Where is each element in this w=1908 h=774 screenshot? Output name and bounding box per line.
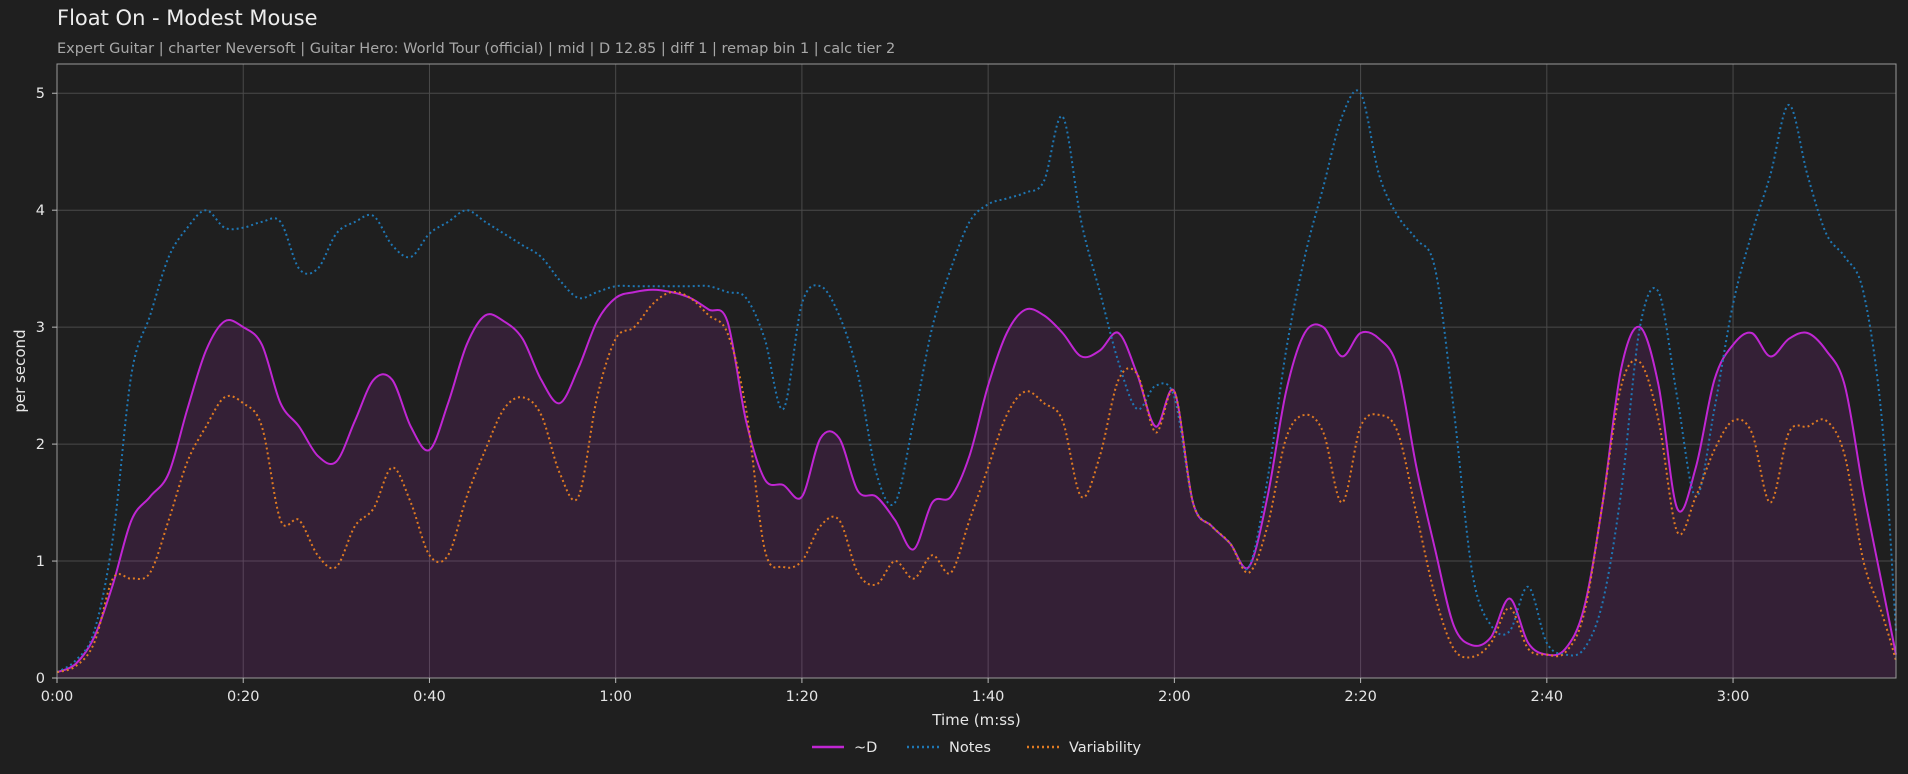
x-tick-label: 2:40 [1531, 689, 1564, 705]
x-tick-label: 2:00 [1158, 689, 1191, 705]
x-tick-label: 1:20 [786, 689, 819, 705]
chart-svg: 0:00 0:20 0:40 1:00 1:20 1:40 2:00 2:20 2:40 3:00… [11, 63, 1897, 756]
x-tick-label: 0:00 [41, 689, 74, 705]
x-tick-label: 0:20 [227, 689, 260, 705]
legend-label-notes: Notes [949, 740, 991, 756]
y-tick-label: 3 [36, 320, 45, 336]
legend: ~D Notes Variability [812, 740, 1142, 756]
x-axis-label: Time (m:ss) [931, 711, 1020, 729]
series-fill-area [57, 289, 1896, 678]
y-axis-label: per second [11, 329, 29, 412]
x-tick-label: 1:00 [599, 689, 632, 705]
x-tick-label: 2:20 [1344, 689, 1377, 705]
legend-item-variability: Variability [1027, 740, 1142, 756]
y-tick-label: 2 [36, 437, 45, 453]
x-tick-label: 1:40 [972, 689, 1005, 705]
y-tick-label: 4 [36, 203, 45, 219]
x-tick-label: 0:40 [413, 689, 446, 705]
legend-label-d: ~D [854, 740, 877, 756]
series-d-area [57, 289, 1896, 678]
y-tick-label: 1 [36, 554, 45, 570]
x-tick-label: 3:00 [1717, 689, 1750, 705]
legend-label-variability: Variability [1069, 740, 1142, 756]
legend-item-notes: Notes [907, 740, 991, 756]
y-tick-label: 0 [36, 671, 45, 687]
legend-item-d: ~D [812, 740, 877, 756]
y-tick-label: 5 [36, 86, 45, 102]
